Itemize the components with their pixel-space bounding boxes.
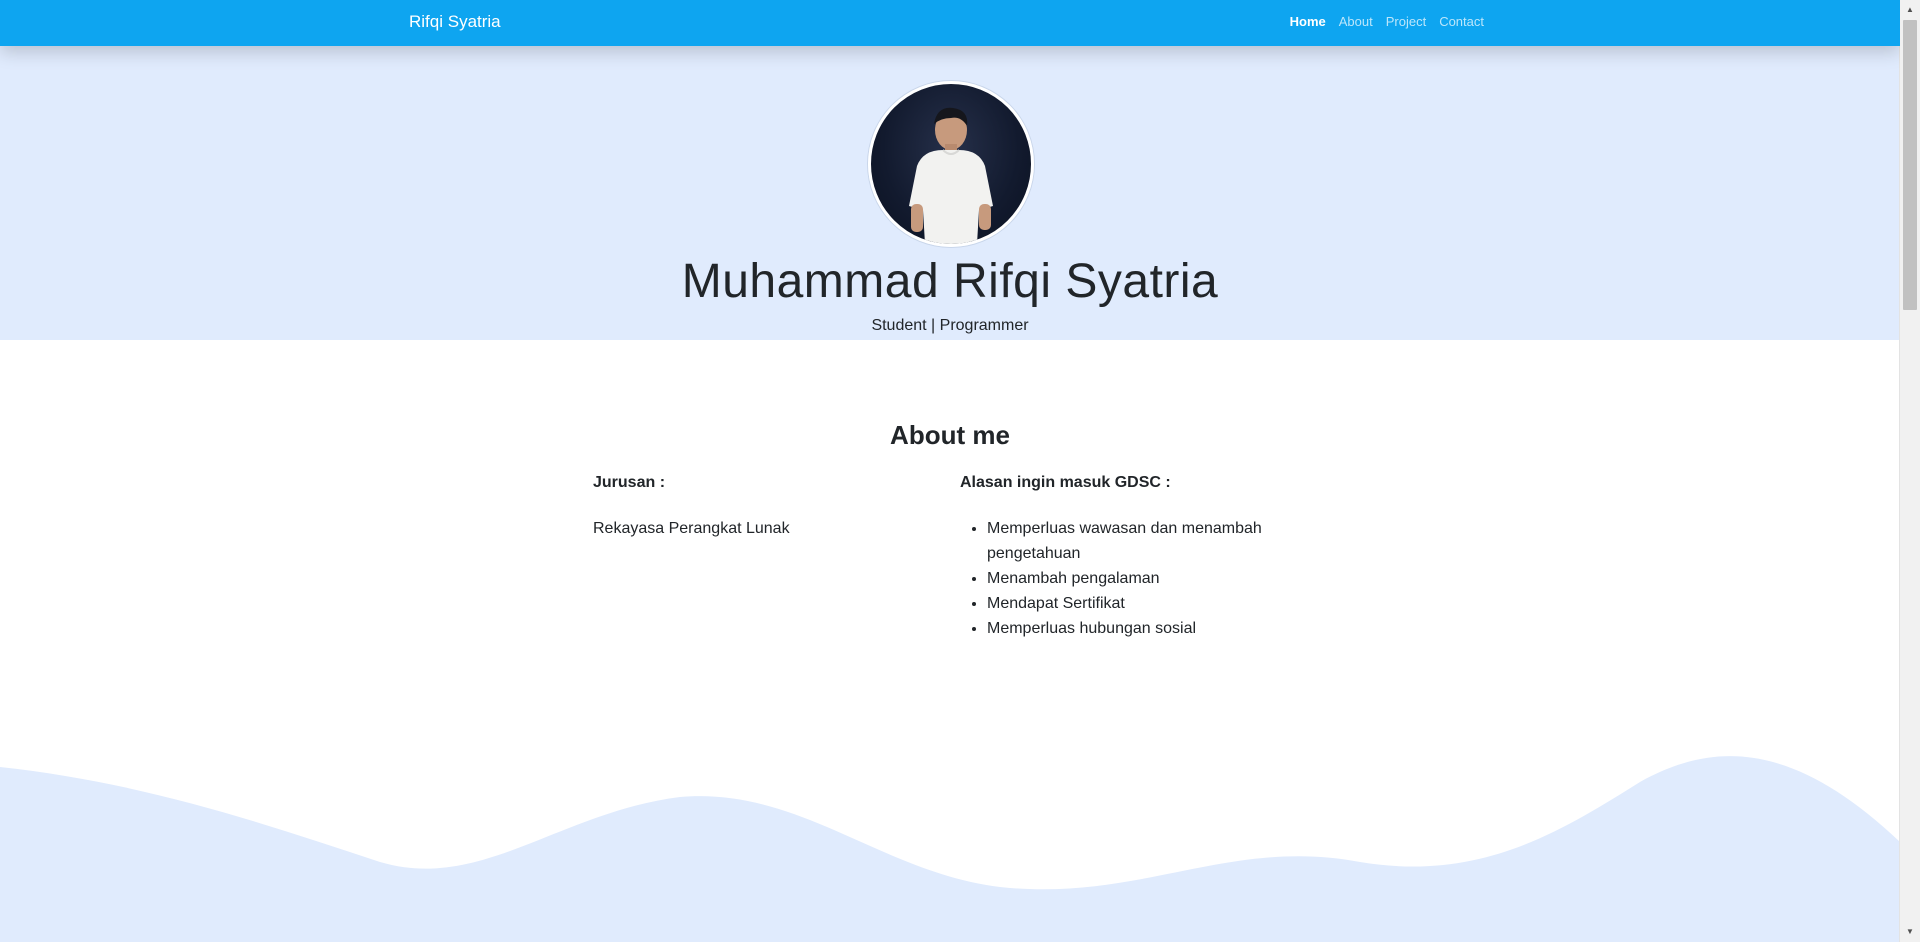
profile-avatar <box>868 81 1034 247</box>
scroll-up-arrow-icon[interactable]: ▲ <box>1900 2 1920 18</box>
hero-section: Muhammad Rifqi Syatria Student | Program… <box>0 46 1900 340</box>
hero-name: Muhammad Rifqi Syatria <box>681 255 1219 308</box>
list-item: Mendapat Sertifikat <box>987 591 1300 616</box>
decorative-wave <box>0 756 1900 942</box>
scroll-thumb[interactable] <box>1903 20 1917 310</box>
list-item: Memperluas hubungan sosial <box>987 616 1300 641</box>
about-left-column: Jurusan : Rekayasa Perangkat Lunak <box>593 474 933 541</box>
list-item: Memperluas wawasan dan menambah pengetah… <box>987 516 1300 566</box>
jurusan-heading: Jurusan : <box>593 474 666 491</box>
page: Rifqi Syatria Home About Project Contact… <box>0 0 1900 942</box>
navbar-brand[interactable]: Rifqi Syatria <box>409 12 501 32</box>
navbar: Rifqi Syatria Home About Project Contact <box>0 0 1900 46</box>
about-title: About me <box>890 420 1010 450</box>
nav-link-contact[interactable]: Contact <box>1439 14 1484 29</box>
nav-link-home[interactable]: Home <box>1290 14 1326 29</box>
nav-links: Home About Project Contact <box>1290 14 1484 29</box>
reasons-heading: Alasan ingin masuk GDSC : <box>960 474 1171 491</box>
profile-photo <box>909 107 993 244</box>
about-right-column: Alasan ingin masuk GDSC : Memperluas waw… <box>960 474 1300 641</box>
reasons-list: Memperluas wawasan dan menambah pengetah… <box>960 516 1300 641</box>
scroll-down-arrow-icon[interactable]: ▼ <box>1900 924 1920 940</box>
list-item: Menambah pengalaman <box>987 566 1300 591</box>
nav-link-about[interactable]: About <box>1339 14 1373 29</box>
nav-link-project[interactable]: Project <box>1386 14 1426 29</box>
hero-subtitle: Student | Programmer <box>871 317 1029 334</box>
vertical-scrollbar[interactable]: ▲ ▼ <box>1899 0 1920 942</box>
jurusan-value: Rekayasa Perangkat Lunak <box>593 520 790 537</box>
